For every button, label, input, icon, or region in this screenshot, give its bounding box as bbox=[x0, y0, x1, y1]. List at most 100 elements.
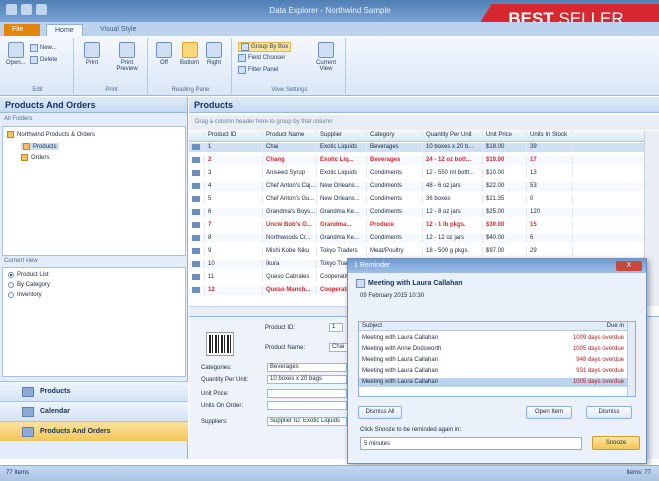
table-cell: $30.00 bbox=[483, 221, 527, 230]
table-cell: 3 bbox=[205, 169, 263, 178]
record-icon bbox=[192, 183, 200, 189]
current-view-button[interactable]: Current View bbox=[312, 42, 340, 72]
view-radio-by-category[interactable]: By Category bbox=[8, 282, 50, 288]
field-chooser-icon bbox=[238, 54, 246, 62]
table-row[interactable]: 5 Chef Anton's Gu... New Orleans... Condime… bbox=[189, 195, 644, 204]
view-radio-product-list[interactable]: Product List bbox=[8, 272, 49, 278]
table-row[interactable]: 3 Aniseed Syrup Exotic Liquids Condiments 12… bbox=[189, 169, 644, 178]
view-by-category-label: By Category bbox=[17, 282, 51, 288]
group-by-hint[interactable]: Drag a column header here to group by th… bbox=[189, 115, 659, 130]
column-header[interactable]: Supplier bbox=[317, 131, 367, 141]
reminder-dialog: 1 Reminder X Meeting with Laura Callahan… bbox=[347, 258, 647, 464]
reading-pane-group-label: Reading Pane bbox=[171, 87, 210, 93]
reminder-item-subject: Meeting with Laura Callahan bbox=[362, 379, 439, 385]
nav-button-products-label: Products bbox=[40, 388, 71, 395]
nav-button-products[interactable]: Products bbox=[0, 381, 188, 401]
nav-button-calendar[interactable]: Calendar bbox=[0, 401, 188, 421]
unit-price-field[interactable] bbox=[267, 389, 347, 398]
category-field[interactable]: Beverages bbox=[267, 363, 347, 372]
table-cell: 17 bbox=[527, 156, 573, 165]
print-button[interactable]: Print bbox=[84, 42, 100, 66]
snooze-select[interactable]: 5 minutes bbox=[360, 437, 582, 450]
products-orders-icon bbox=[22, 426, 34, 437]
tree-node-products[interactable]: Products bbox=[21, 143, 59, 150]
column-header[interactable]: Quantity Per Unit bbox=[423, 131, 483, 141]
reminder-title: 1 Reminder bbox=[348, 259, 646, 273]
table-row[interactable]: 7 Uncle Bob's O... Grandma... Produce 12 - 1… bbox=[189, 221, 644, 230]
reminder-column-header[interactable]: Subject bbox=[362, 323, 382, 329]
column-header[interactable]: Unit Price bbox=[483, 131, 527, 141]
table-cell: 11 bbox=[205, 273, 263, 282]
printer-icon bbox=[84, 42, 100, 58]
delete-icon bbox=[30, 56, 38, 64]
column-header[interactable]: Category bbox=[367, 131, 423, 141]
dismiss-button[interactable]: Dismiss bbox=[586, 406, 632, 419]
column-header[interactable]: Product ID bbox=[205, 131, 263, 141]
field-chooser-button[interactable]: Field Chooser bbox=[238, 54, 285, 62]
table-cell: Northwoods Cr... bbox=[263, 234, 317, 243]
supplier-field[interactable]: Supplier ID: Exotic Liquids bbox=[267, 417, 347, 426]
qty-field[interactable]: 10 boxes x 20 bags bbox=[267, 375, 347, 384]
row-indicator-header bbox=[189, 131, 205, 141]
tab-home[interactable]: Home bbox=[46, 24, 83, 36]
table-row[interactable]: 4 Chef Anton's Caj... New Orleans... Condim… bbox=[189, 182, 644, 191]
reminder-list-header: Subject Due in bbox=[359, 322, 627, 331]
reminder-list-item[interactable]: Meeting with Laura Callahan 931 days over… bbox=[359, 367, 627, 376]
table-row[interactable]: 1 Chai Exotic Liquids Beverages 10 boxes x 2… bbox=[189, 143, 644, 152]
new-icon bbox=[30, 44, 38, 52]
tree-node-orders[interactable]: Orders bbox=[21, 154, 49, 161]
table-row[interactable]: 8 Northwoods Cr... Grandma Ke... Condiments… bbox=[189, 234, 644, 243]
filter-panel-button[interactable]: Filter Panel bbox=[238, 66, 278, 74]
snooze-label: Click Snooze to be reminded again in: bbox=[360, 427, 462, 433]
reminder-list-item[interactable]: Meeting with Laura Callahan 948 days over… bbox=[359, 356, 627, 365]
tree-node-root-label: Northwind Products & Orders bbox=[17, 131, 96, 138]
nav-button-products-and-orders[interactable]: Products And Orders bbox=[0, 421, 188, 441]
tree-node-root[interactable]: Northwind Products & Orders bbox=[7, 131, 95, 138]
table-cell: 4 bbox=[205, 182, 263, 191]
product-name-field[interactable]: Chai bbox=[329, 343, 349, 352]
tab-visual-style[interactable]: Visual Style bbox=[92, 24, 144, 36]
row-icon bbox=[189, 221, 205, 230]
undo-icon[interactable] bbox=[36, 4, 47, 15]
table-row[interactable]: 9 Mishi Kobe Niku Tokyo Traders Meat/Poultr… bbox=[189, 247, 644, 256]
reminder-list-item[interactable]: Meeting with Anne Dodsworth 1005 days ove… bbox=[359, 345, 627, 354]
print-preview-button[interactable]: Print Preview bbox=[114, 42, 140, 72]
column-header[interactable]: Product Name bbox=[263, 131, 317, 141]
quick-access-toolbar bbox=[6, 4, 47, 15]
tab-file[interactable]: File bbox=[4, 24, 40, 36]
reading-pane-right-button[interactable]: Right bbox=[206, 42, 222, 66]
folder-tree[interactable]: Northwind Products & Orders Products Ord… bbox=[2, 126, 186, 256]
row-icon bbox=[189, 273, 205, 282]
app-menu-icon[interactable] bbox=[6, 4, 17, 15]
print-group: Print Print Preview Print bbox=[76, 38, 148, 94]
record-icon bbox=[192, 209, 200, 215]
delete-button[interactable]: Delete bbox=[30, 56, 57, 64]
dismiss-all-button[interactable]: Dismiss All bbox=[358, 406, 402, 419]
reading-pane-off-button[interactable]: Off bbox=[156, 42, 172, 66]
units-on-order-field[interactable] bbox=[267, 401, 347, 410]
table-cell: Condiments bbox=[367, 182, 423, 191]
snooze-button[interactable]: Snooze bbox=[592, 436, 640, 450]
product-id-field[interactable]: 1 bbox=[329, 323, 343, 332]
tree-node-orders-label: Orders bbox=[31, 154, 50, 161]
reminder-item-subject: Meeting with Laura Callahan bbox=[362, 335, 439, 341]
reading-pane-bottom-button[interactable]: Bottom bbox=[180, 42, 199, 66]
table-row[interactable]: 6 Grandma's Boys... Grandma Ke... Condiment… bbox=[189, 208, 644, 217]
view-radio-inventory[interactable]: Inventory bbox=[8, 292, 42, 298]
nav-button-products-and-orders-label: Products And Orders bbox=[40, 428, 111, 435]
open-button[interactable]: Open... bbox=[6, 42, 26, 66]
reminder-list-item[interactable]: Meeting with Laura Callahan 1009 days ove… bbox=[359, 334, 627, 343]
reminder-column-header[interactable]: Due in bbox=[607, 323, 624, 329]
reminder-list-scrollbar[interactable] bbox=[627, 322, 635, 396]
row-icon bbox=[189, 195, 205, 204]
column-header[interactable]: Units In Stock bbox=[527, 131, 573, 141]
new-button[interactable]: New... bbox=[30, 44, 57, 52]
close-button[interactable]: X bbox=[616, 261, 642, 271]
reminder-list-item[interactable]: Meeting with Laura Callahan 1005 days ove… bbox=[359, 378, 627, 387]
open-item-button[interactable]: Open Item bbox=[526, 406, 572, 419]
group-by-box-button[interactable]: Group By Box bbox=[238, 42, 292, 52]
products-icon bbox=[22, 386, 34, 397]
table-row[interactable]: 2 Chang Exotic Liq... Beverages 24 - 12 oz b… bbox=[189, 156, 644, 165]
save-icon[interactable] bbox=[21, 4, 32, 15]
table-cell: Beverages bbox=[367, 156, 423, 165]
